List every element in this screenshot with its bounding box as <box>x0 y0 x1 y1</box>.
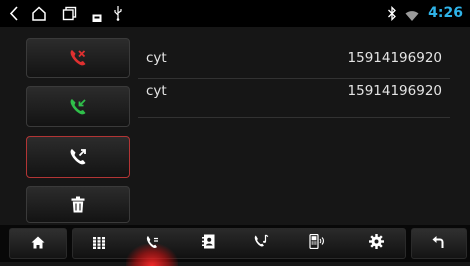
nav-settings-button[interactable] <box>356 229 396 258</box>
contacts-icon <box>201 234 215 253</box>
nav-return-button[interactable] <box>411 228 467 259</box>
clock: 4:26 <box>428 5 463 21</box>
nav-dialpad-button[interactable] <box>79 229 119 258</box>
back-icon[interactable] <box>8 6 20 25</box>
dialpad-icon <box>93 234 105 253</box>
return-icon <box>432 234 446 253</box>
dialed-call-icon <box>68 147 88 167</box>
usb-icon <box>113 5 123 25</box>
wifi-icon <box>405 7 419 26</box>
delete-button[interactable] <box>26 186 130 223</box>
home-icon[interactable] <box>31 6 47 25</box>
missed-call-icon <box>68 48 88 68</box>
status-bar: 4:26 <box>0 0 470 27</box>
contact-name: cyt <box>146 83 167 99</box>
contact-name: cyt <box>146 50 167 66</box>
call-log-row[interactable]: cyt 15914196920 <box>138 79 450 118</box>
nav-call-log-button[interactable] <box>126 229 178 266</box>
received-calls-button[interactable] <box>26 86 130 127</box>
bottom-navigation <box>0 225 470 266</box>
dialed-calls-button[interactable] <box>26 136 130 178</box>
nav-tab-strip <box>72 228 406 266</box>
phone-number: 15914196920 <box>347 50 442 66</box>
screenshot-icon <box>92 8 102 27</box>
home-icon <box>31 234 45 253</box>
phone-device-icon <box>308 233 326 253</box>
trash-icon <box>71 196 85 213</box>
nav-music-button[interactable] <box>241 229 281 258</box>
nav-phone-device-button[interactable] <box>297 229 337 258</box>
music-icon <box>253 234 269 253</box>
bluetooth-icon <box>387 5 397 25</box>
call-log-list: cyt 15914196920 cyt 15914196920 <box>138 40 450 118</box>
recent-apps-icon[interactable] <box>62 6 77 25</box>
call-log-icon <box>145 234 159 253</box>
missed-calls-button[interactable] <box>26 38 130 78</box>
nav-home-button[interactable] <box>9 228 67 259</box>
received-call-icon <box>68 97 88 117</box>
settings-icon <box>368 234 384 253</box>
nav-contacts-button[interactable] <box>188 229 228 258</box>
phone-number: 15914196920 <box>347 83 442 99</box>
call-log-row[interactable]: cyt 15914196920 <box>138 40 450 79</box>
